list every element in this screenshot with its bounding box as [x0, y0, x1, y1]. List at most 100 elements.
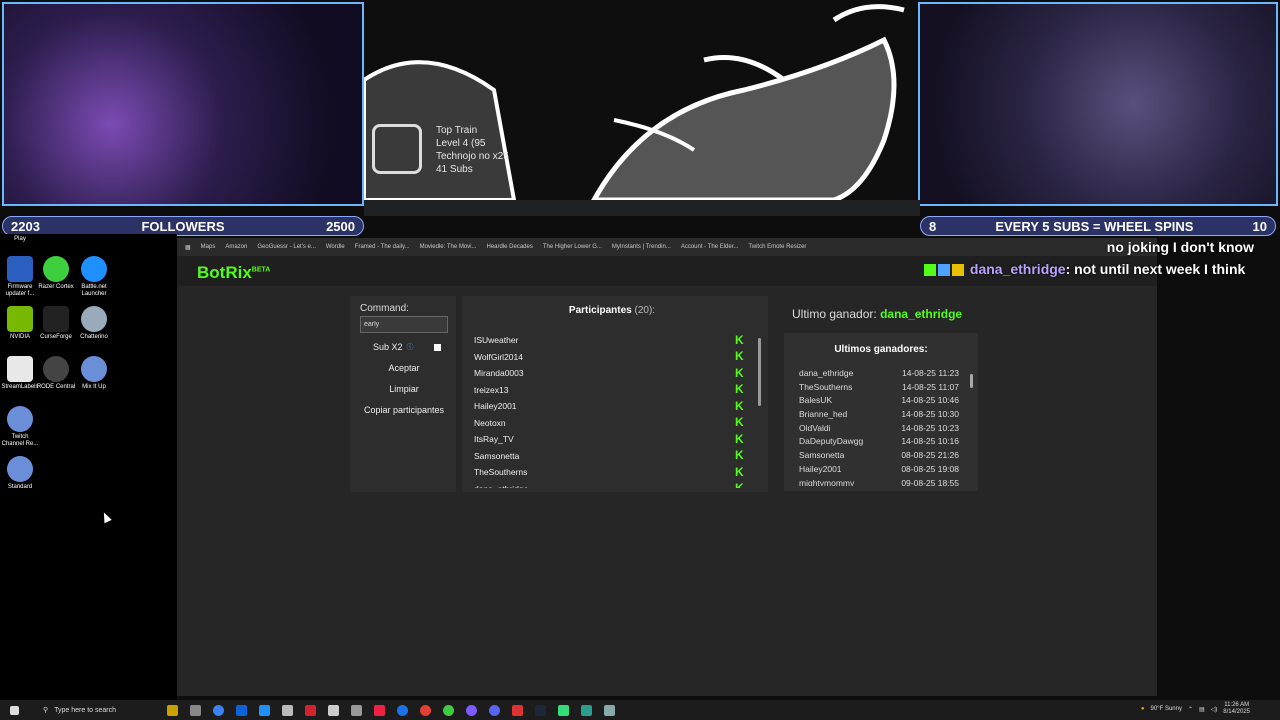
copilot-icon[interactable]	[167, 704, 178, 716]
browser-icon[interactable]	[397, 704, 408, 716]
desktop-icon-razer[interactable]: Razer Cortex	[36, 256, 76, 291]
winner-date: 08-08-25 19:08	[901, 463, 959, 474]
chat-overlay: no joking I don't know dana_ethridge: no…	[924, 236, 1274, 280]
clear-button[interactable]: Limpiar	[360, 384, 448, 394]
winner-name: Samsonetta	[799, 450, 845, 461]
discord-icon[interactable]	[489, 704, 500, 716]
app-icon[interactable]	[581, 704, 592, 716]
desktop-icon-twitch-channel[interactable]: Twitch Channel Re...	[0, 406, 40, 448]
winner-row: BalesUK 14-08-25 10:46	[799, 395, 959, 409]
razer-taskbar-icon[interactable]	[443, 704, 454, 716]
network-icon[interactable]: ▤	[1199, 706, 1205, 713]
bookmark-emote-resizer[interactable]: Twitch Emote Resizer	[748, 244, 806, 250]
winner-date: 14-08-25 10:23	[901, 422, 959, 433]
followers-label: FOLLOWERS	[141, 218, 225, 234]
store-icon[interactable]	[259, 704, 270, 716]
bookmark-wordle[interactable]: Wordle	[326, 244, 345, 250]
desktop-icon-standard[interactable]: Standard	[0, 456, 40, 491]
apps-icon[interactable]: ▦	[185, 244, 191, 251]
bookmark-maps[interactable]: Maps	[201, 244, 216, 250]
bookmark-account[interactable]: Account - The Elder...	[681, 244, 739, 250]
app-icon[interactable]	[374, 704, 385, 716]
kick-icon: K	[735, 482, 744, 488]
last-winner: Ultimo ganador: dana_ethridge	[792, 307, 962, 321]
participants-title-text: Participantes	[568, 305, 632, 316]
logo-beta: BETA	[251, 266, 271, 274]
desktop-icon-firmware[interactable]: Firmware updater f...	[0, 256, 40, 298]
app-icon[interactable]	[604, 704, 615, 716]
train-level: Level 4 (95	[436, 138, 486, 149]
steam-icon[interactable]	[535, 704, 546, 716]
desktop-icon-chatterino[interactable]: Chatterino	[74, 306, 114, 341]
file-explorer-icon[interactable]	[282, 704, 293, 716]
winner-name: TheSoutherns	[799, 381, 853, 392]
desktop-icon-mixitup[interactable]: Mix It Up	[74, 356, 114, 391]
bookmark-heardle[interactable]: Heardle Decades	[487, 244, 533, 250]
participants-title: Participantes (20):	[462, 305, 762, 316]
outlook-icon[interactable]	[236, 704, 247, 716]
clock[interactable]: 11:26 AM 8/14/2025	[1223, 702, 1250, 716]
desktop-icon-nvidia[interactable]: NVIDIA	[0, 306, 40, 341]
standard-icon	[7, 456, 33, 482]
participant-row: dana_ethridge K	[474, 481, 744, 488]
battlenet-icon	[81, 256, 107, 282]
bookmark-framed[interactable]: Framed - The daily...	[355, 244, 410, 250]
obs-icon[interactable]	[305, 704, 316, 716]
desktop-icon-streamlabels[interactable]: StreamLabels	[0, 356, 40, 391]
edge-icon[interactable]	[213, 704, 224, 716]
desktop-icon-label: StreamLabels	[1, 384, 39, 390]
subs-label: EVERY 5 SUBS = WHEEL SPINS	[995, 218, 1194, 234]
last-winner-label: Ultimo ganador:	[792, 307, 877, 321]
participants-scrollbar[interactable]	[758, 338, 761, 406]
command-input[interactable]	[360, 316, 448, 333]
crown-badge-icon	[952, 264, 964, 277]
participants-count: (20):	[634, 305, 656, 316]
app-icon[interactable]	[328, 704, 339, 716]
rode-icon	[43, 356, 69, 382]
bookmark-geoguessr[interactable]: GeoGuessr - Let's e...	[257, 244, 316, 250]
desktop-icon-battlenet[interactable]: Battle.net Launcher	[74, 256, 114, 298]
chat-message: dana_ethridge: not until next week I thi…	[924, 258, 1274, 280]
app-icon[interactable]	[466, 704, 477, 716]
copy-participants-button[interactable]: Copiar participantes	[360, 405, 448, 415]
bookmark-higher-lower[interactable]: The Higher Lower G...	[543, 244, 602, 250]
desktop-icon-play[interactable]: Play	[0, 236, 40, 243]
windows-start-icon[interactable]	[10, 705, 19, 715]
accept-button[interactable]: Aceptar	[360, 363, 448, 373]
app-icon[interactable]	[558, 704, 569, 716]
desktop-icon-curseforge[interactable]: CurseForge	[36, 306, 76, 341]
participant-row: ItsRay_TV K	[474, 431, 744, 448]
weather-icon[interactable]: ●	[1141, 706, 1145, 712]
cloud-icon[interactable]	[351, 704, 362, 716]
participant-row: Samsonetta K	[474, 448, 744, 465]
desktop-icon-label: NVIDIA	[9, 334, 30, 340]
chat-message-text: no joking I don't know	[1106, 239, 1254, 255]
subs-current: 8	[929, 218, 937, 234]
desktop-icon-rode[interactable]: RODE Central	[36, 356, 76, 391]
participants-list[interactable]: ISUweather K WolfGirl2014 K Miranda0003 K t…	[474, 332, 744, 488]
winner-date: 14-08-25 10:30	[901, 409, 959, 420]
bookmark-myinstants[interactable]: MyInstants | Trendin...	[612, 244, 671, 250]
taskbar-search[interactable]: ⚲ Type here to search	[43, 706, 161, 715]
clock-time: 11:26 AM	[1224, 702, 1250, 708]
volume-icon[interactable]: ◁)	[1211, 706, 1218, 713]
bookmark-amazon[interactable]: Amazon	[225, 244, 247, 250]
winner-row: dana_ethridge 14-08-25 11:23	[799, 368, 959, 382]
weather-text[interactable]: 90°F Sunny	[1151, 706, 1182, 712]
winners-list[interactable]: dana_ethridge 14-08-25 11:23 TheSoutherns…	[799, 368, 959, 486]
participant-name: Neotoxn	[474, 417, 506, 428]
participant-row: treizex13 K	[474, 382, 744, 399]
chrome-icon[interactable]	[420, 704, 431, 716]
nvidia-icon	[7, 306, 33, 332]
chevron-up-icon[interactable]: ⌃	[1188, 706, 1193, 713]
sub-x2-checkbox[interactable]	[433, 343, 441, 351]
app-icon[interactable]	[512, 704, 523, 716]
bookmark-moviedle[interactable]: Moviedle: The Movi...	[420, 244, 477, 250]
firmware-icon	[7, 256, 33, 282]
botrix-logo[interactable]: BotRixBETA	[197, 263, 270, 283]
task-view-icon[interactable]	[190, 704, 201, 716]
winners-scrollbar[interactable]	[970, 374, 973, 388]
webcam-left	[2, 2, 364, 206]
info-icon[interactable]: ⓘ	[407, 342, 414, 352]
kick-icon: K	[735, 365, 744, 380]
